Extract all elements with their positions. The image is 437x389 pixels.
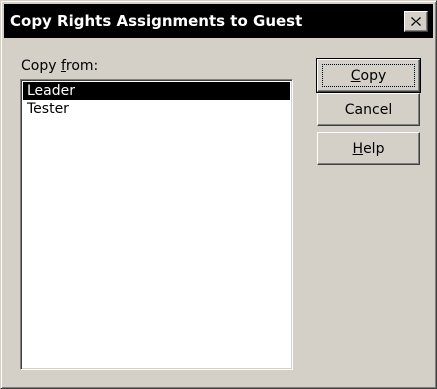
dialog-title: Copy Rights Assignments to Guest — [10, 12, 303, 30]
cancel-button-label: Cancel — [344, 101, 393, 118]
copy-from-label-suffix: rom: — [65, 58, 99, 74]
help-button[interactable]: Help — [317, 132, 420, 165]
close-button[interactable] — [404, 11, 428, 32]
title-bar[interactable]: Copy Rights Assignments to Guest — [4, 4, 433, 38]
copy-rights-dialog: Copy Rights Assignments to Guest Copy fr… — [0, 0, 437, 389]
cancel-button[interactable]: Cancel — [317, 93, 420, 126]
copy-from-listbox[interactable]: Leader Tester — [20, 79, 293, 370]
copy-button[interactable]: Copy — [316, 58, 421, 93]
help-button-label: Help — [353, 141, 385, 157]
copy-from-label-prefix: Copy — [21, 58, 61, 74]
help-button-rest: elp — [363, 140, 385, 157]
help-button-mnemonic: H — [352, 140, 364, 157]
focus-ring — [322, 64, 415, 87]
list-item-leader[interactable]: Leader — [23, 82, 290, 100]
close-icon — [411, 17, 421, 26]
copy-from-label: Copy from: — [21, 58, 98, 75]
list-item-tester[interactable]: Tester — [23, 100, 290, 118]
